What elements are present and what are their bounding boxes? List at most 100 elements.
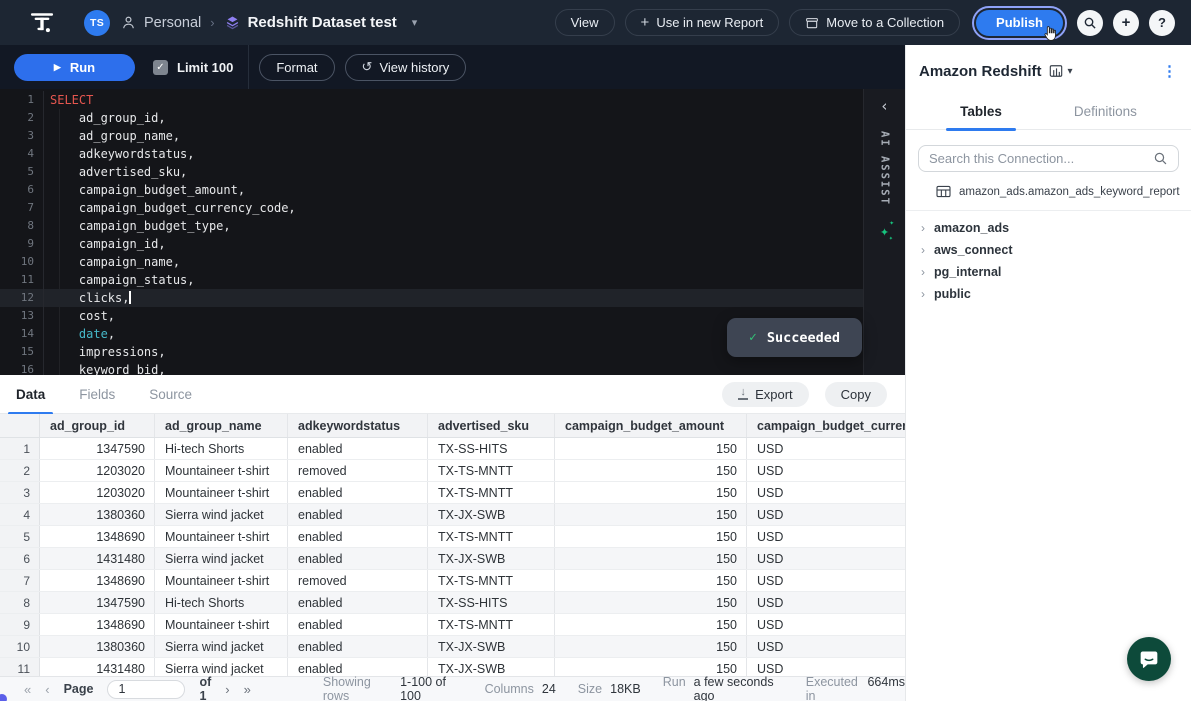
schema-item-pg_internal[interactable]: ›pg_internal (906, 261, 1191, 283)
table-cell[interactable]: 150 (555, 592, 747, 613)
table-cell[interactable]: TX-JX-SWB (428, 548, 555, 569)
table-cell[interactable]: Sierra wind jacket (155, 504, 288, 525)
code-line-9[interactable]: 9 campaign_id, (0, 235, 863, 253)
copy-button[interactable]: Copy (825, 382, 887, 407)
table-cell[interactable]: Hi-tech Shorts (155, 592, 288, 613)
table-cell[interactable]: Mountaineer t-shirt (155, 526, 288, 547)
table-cell[interactable]: USD (747, 570, 905, 591)
next-page-icon[interactable]: › (225, 682, 229, 697)
schema-item-amazon_ads[interactable]: ›amazon_ads (906, 217, 1191, 239)
tab-data[interactable]: Data (8, 375, 53, 414)
table-cell[interactable]: Mountaineer t-shirt (155, 614, 288, 635)
table-cell[interactable]: 150 (555, 504, 747, 525)
column-header-advertised_sku[interactable]: advertised_sku (428, 414, 555, 437)
format-button[interactable]: Format (259, 54, 334, 81)
table-cell[interactable]: USD (747, 636, 905, 657)
ai-assist-panel[interactable]: ‹ AI ASSIST ✦ ✦ ✦ (863, 89, 905, 375)
table-cell[interactable]: USD (747, 504, 905, 525)
code-line-3[interactable]: 3 ad_group_name, (0, 127, 863, 145)
column-header-ad_group_id[interactable]: ad_group_id (40, 414, 155, 437)
code-line-7[interactable]: 7 campaign_budget_currency_code, (0, 199, 863, 217)
run-button[interactable]: ▶ Run (14, 54, 135, 81)
table-cell[interactable]: enabled (288, 504, 428, 525)
column-header-campaign_budget_amount[interactable]: campaign_budget_amount (555, 414, 747, 437)
limit-checkbox-group[interactable]: ✓ Limit 100 (153, 60, 233, 75)
table-cell[interactable]: enabled (288, 614, 428, 635)
table-cell[interactable]: 1348690 (40, 570, 155, 591)
table-cell[interactable]: 1431480 (40, 548, 155, 569)
connection-title[interactable]: Amazon Redshift (919, 63, 1042, 80)
table-cell[interactable]: TX-JX-SWB (428, 636, 555, 657)
table-cell[interactable]: enabled (288, 482, 428, 503)
column-header-ad_group_name[interactable]: ad_group_name (155, 414, 288, 437)
table-cell[interactable]: Hi-tech Shorts (155, 438, 288, 459)
table-cell[interactable]: enabled (288, 438, 428, 459)
table-cell[interactable]: USD (747, 482, 905, 503)
chat-launcher-button[interactable] (1127, 637, 1171, 681)
column-header-adkeywordstatus[interactable]: adkeywordstatus (288, 414, 428, 437)
search-button[interactable] (1077, 10, 1103, 36)
table-cell[interactable]: Sierra wind jacket (155, 636, 288, 657)
limit-checkbox[interactable]: ✓ (153, 60, 168, 75)
table-cell[interactable]: removed (288, 460, 428, 481)
table-cell[interactable]: TX-JX-SWB (428, 504, 555, 525)
table-cell[interactable]: enabled (288, 526, 428, 547)
publish-button[interactable]: Publish (976, 10, 1063, 36)
table-cell[interactable]: 1431480 (40, 658, 155, 676)
table-cell[interactable]: 150 (555, 614, 747, 635)
table-cell[interactable]: USD (747, 658, 905, 676)
table-cell[interactable]: TX-TS-MNTT (428, 482, 555, 503)
table-cell[interactable]: TX-TS-MNTT (428, 526, 555, 547)
app-logo-icon[interactable] (28, 9, 56, 37)
sidebar-tab-definitions[interactable]: Definitions (1060, 92, 1151, 130)
table-cell[interactable]: enabled (288, 548, 428, 569)
table-cell[interactable]: enabled (288, 658, 428, 676)
avatar[interactable]: TS (84, 10, 110, 36)
code-line-6[interactable]: 6 campaign_budget_amount, (0, 181, 863, 199)
table-cell[interactable]: 1347590 (40, 438, 155, 459)
collapse-chevron-icon[interactable]: ‹ (880, 97, 889, 115)
sidebar-tab-tables[interactable]: Tables (946, 92, 1016, 130)
table-cell[interactable]: 1203020 (40, 482, 155, 503)
create-new-button[interactable]: + (1113, 10, 1139, 36)
prev-page-icon[interactable]: ‹ (45, 682, 49, 697)
table-cell[interactable]: Sierra wind jacket (155, 548, 288, 569)
table-cell[interactable]: USD (747, 438, 905, 459)
table-cell[interactable]: TX-JX-SWB (428, 658, 555, 676)
table-cell[interactable]: USD (747, 460, 905, 481)
sidebar-menu-icon[interactable]: ⋮ (1162, 62, 1177, 80)
table-cell[interactable]: removed (288, 570, 428, 591)
page-input[interactable] (107, 680, 185, 699)
view-history-button[interactable]: ↺ View history (345, 54, 467, 81)
schema-item-public[interactable]: ›public (906, 283, 1191, 305)
table-cell[interactable]: 150 (555, 526, 747, 547)
first-page-icon[interactable]: « (24, 682, 31, 697)
table-cell[interactable]: 1380360 (40, 636, 155, 657)
export-button[interactable]: ↓ Export (722, 382, 809, 407)
table-cell[interactable]: 1348690 (40, 614, 155, 635)
code-line-4[interactable]: 4 adkeywordstatus, (0, 145, 863, 163)
table-cell[interactable]: Sierra wind jacket (155, 658, 288, 676)
table-cell[interactable]: TX-TS-MNTT (428, 460, 555, 481)
code-line-1[interactable]: 1SELECT (0, 91, 863, 109)
table-cell[interactable]: 1347590 (40, 592, 155, 613)
table-list-item[interactable]: amazon_ads.amazon_ads_keyword_report (906, 172, 1191, 210)
code-line-10[interactable]: 10 campaign_name, (0, 253, 863, 271)
code-line-12[interactable]: 12 clicks, (0, 289, 863, 307)
table-cell[interactable]: 150 (555, 438, 747, 459)
table-cell[interactable]: 150 (555, 570, 747, 591)
table-cell[interactable]: enabled (288, 592, 428, 613)
table-cell[interactable]: USD (747, 526, 905, 547)
table-cell[interactable]: Mountaineer t-shirt (155, 460, 288, 481)
view-button[interactable]: View (555, 9, 615, 36)
table-cell[interactable]: USD (747, 614, 905, 635)
table-cell[interactable]: 150 (555, 460, 747, 481)
schema-item-aws_connect[interactable]: ›aws_connect (906, 239, 1191, 261)
table-cell[interactable]: Mountaineer t-shirt (155, 482, 288, 503)
table-cell[interactable]: TX-SS-HITS (428, 438, 555, 459)
column-header-campaign_budget_currency_code[interactable]: campaign_budget_currency_code (747, 414, 905, 437)
table-cell[interactable]: 1380360 (40, 504, 155, 525)
page-title[interactable]: Redshift Dataset test (248, 14, 397, 31)
code-line-2[interactable]: 2 ad_group_id, (0, 109, 863, 127)
use-in-new-report-button[interactable]: + Use in new Report (625, 9, 780, 36)
